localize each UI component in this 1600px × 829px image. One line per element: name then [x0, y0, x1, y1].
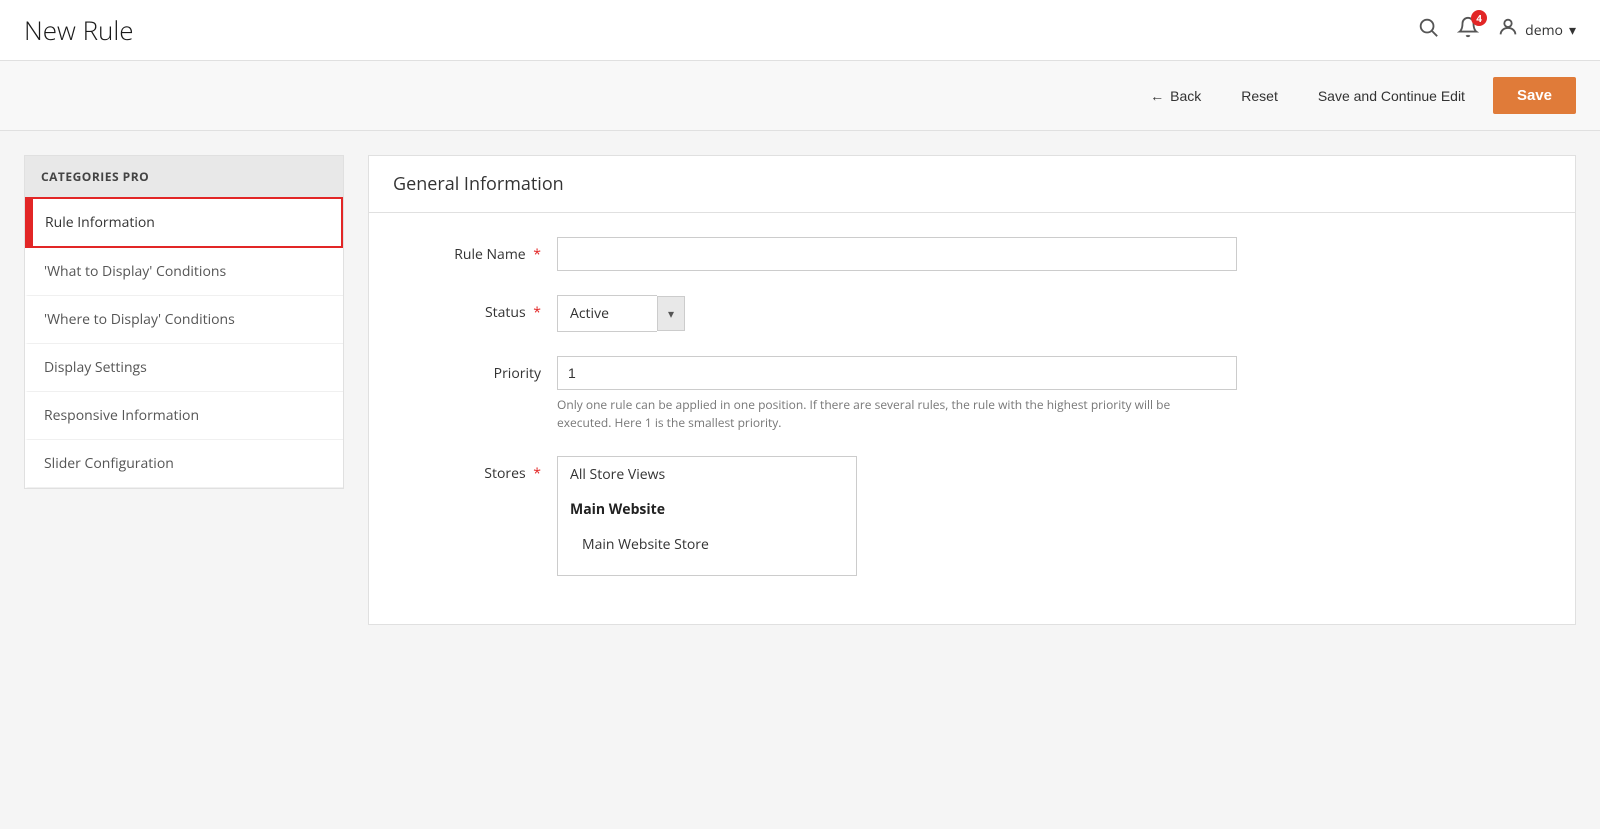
sidebar-item-responsive-information[interactable]: Responsive Information	[25, 392, 343, 440]
toolbar: ← Back Reset Save and Continue Edit Save	[0, 61, 1600, 131]
back-arrow-icon: ←	[1150, 88, 1164, 104]
header-actions: 4 demo ▾	[1417, 16, 1576, 44]
stores-row: Stores * All Store Views Main Website Ma…	[401, 456, 1543, 576]
required-mark: *	[533, 464, 541, 483]
sidebar-item-where-to-display[interactable]: 'Where to Display' Conditions	[25, 296, 343, 344]
sidebar-item-what-to-display[interactable]: 'What to Display' Conditions	[25, 248, 343, 296]
sidebar-item-label: 'Where to Display' Conditions	[44, 310, 235, 329]
stores-option-main-website[interactable]: Main Website	[558, 492, 856, 527]
stores-label: Stores *	[401, 456, 541, 483]
sidebar-item-slider-configuration[interactable]: Slider Configuration	[25, 440, 343, 488]
rule-name-control	[557, 237, 1237, 271]
user-menu[interactable]: demo ▾	[1497, 16, 1576, 44]
save-continue-label: Save and Continue Edit	[1318, 88, 1465, 104]
section-title: General Information	[369, 156, 1575, 213]
rule-name-input[interactable]	[557, 237, 1237, 271]
page-title: New Rule	[24, 12, 134, 48]
notification-badge: 4	[1471, 10, 1487, 26]
back-label: Back	[1170, 88, 1201, 104]
sidebar-item-label: Rule Information	[45, 213, 155, 232]
sidebar-item-rule-information[interactable]: Rule Information	[25, 197, 343, 248]
sidebar-item-label: Responsive Information	[44, 406, 199, 425]
user-dropdown-icon: ▾	[1569, 21, 1576, 40]
priority-label: Priority	[401, 356, 541, 383]
sidebar-item-display-settings[interactable]: Display Settings	[25, 344, 343, 392]
sidebar-title: CATEGORIES PRO	[25, 156, 343, 197]
stores-option-all[interactable]: All Store Views	[558, 457, 856, 492]
save-continue-button[interactable]: Save and Continue Edit	[1306, 80, 1477, 112]
rule-name-label: Rule Name *	[401, 237, 541, 264]
notifications-icon[interactable]: 4	[1457, 16, 1479, 44]
status-control: Active ▾	[557, 295, 1237, 332]
sidebar-item-label: Slider Configuration	[44, 454, 174, 473]
stores-listbox[interactable]: All Store Views Main Website Main Websit…	[557, 456, 857, 576]
priority-hint: Only one rule can be applied in one posi…	[557, 396, 1197, 432]
priority-control: Only one rule can be applied in one posi…	[557, 356, 1237, 432]
user-name-label: demo	[1525, 21, 1563, 40]
main-content: CATEGORIES PRO Rule Information 'What to…	[0, 131, 1600, 649]
search-icon[interactable]	[1417, 16, 1439, 44]
save-button[interactable]: Save	[1493, 77, 1576, 114]
required-mark: *	[533, 245, 541, 264]
priority-row: Priority Only one rule can be applied in…	[401, 356, 1543, 432]
status-select-wrapper: Active ▾	[557, 295, 1237, 332]
status-row: Status * Active ▾	[401, 295, 1543, 332]
priority-input[interactable]	[557, 356, 1237, 390]
stores-control: All Store Views Main Website Main Websit…	[557, 456, 1237, 576]
status-select-text: Active	[557, 295, 657, 332]
save-label: Save	[1517, 87, 1552, 104]
form-body: Rule Name * Status * Active ▾	[369, 213, 1575, 624]
stores-option-main-website-store[interactable]: Main Website Store	[558, 527, 856, 562]
sidebar: CATEGORIES PRO Rule Information 'What to…	[24, 155, 344, 489]
required-mark: *	[533, 303, 541, 322]
content-panel: General Information Rule Name * Status *	[368, 155, 1576, 625]
rule-name-row: Rule Name *	[401, 237, 1543, 271]
back-button[interactable]: ← Back	[1138, 80, 1213, 112]
status-dropdown-button[interactable]: ▾	[657, 296, 685, 331]
reset-label: Reset	[1241, 88, 1278, 104]
reset-button[interactable]: Reset	[1229, 80, 1290, 112]
status-label: Status *	[401, 295, 541, 322]
page-header: New Rule 4 demo ▾	[0, 0, 1600, 61]
user-avatar-icon	[1497, 16, 1519, 44]
sidebar-item-label: Display Settings	[44, 358, 147, 377]
sidebar-item-label: 'What to Display' Conditions	[44, 262, 226, 281]
